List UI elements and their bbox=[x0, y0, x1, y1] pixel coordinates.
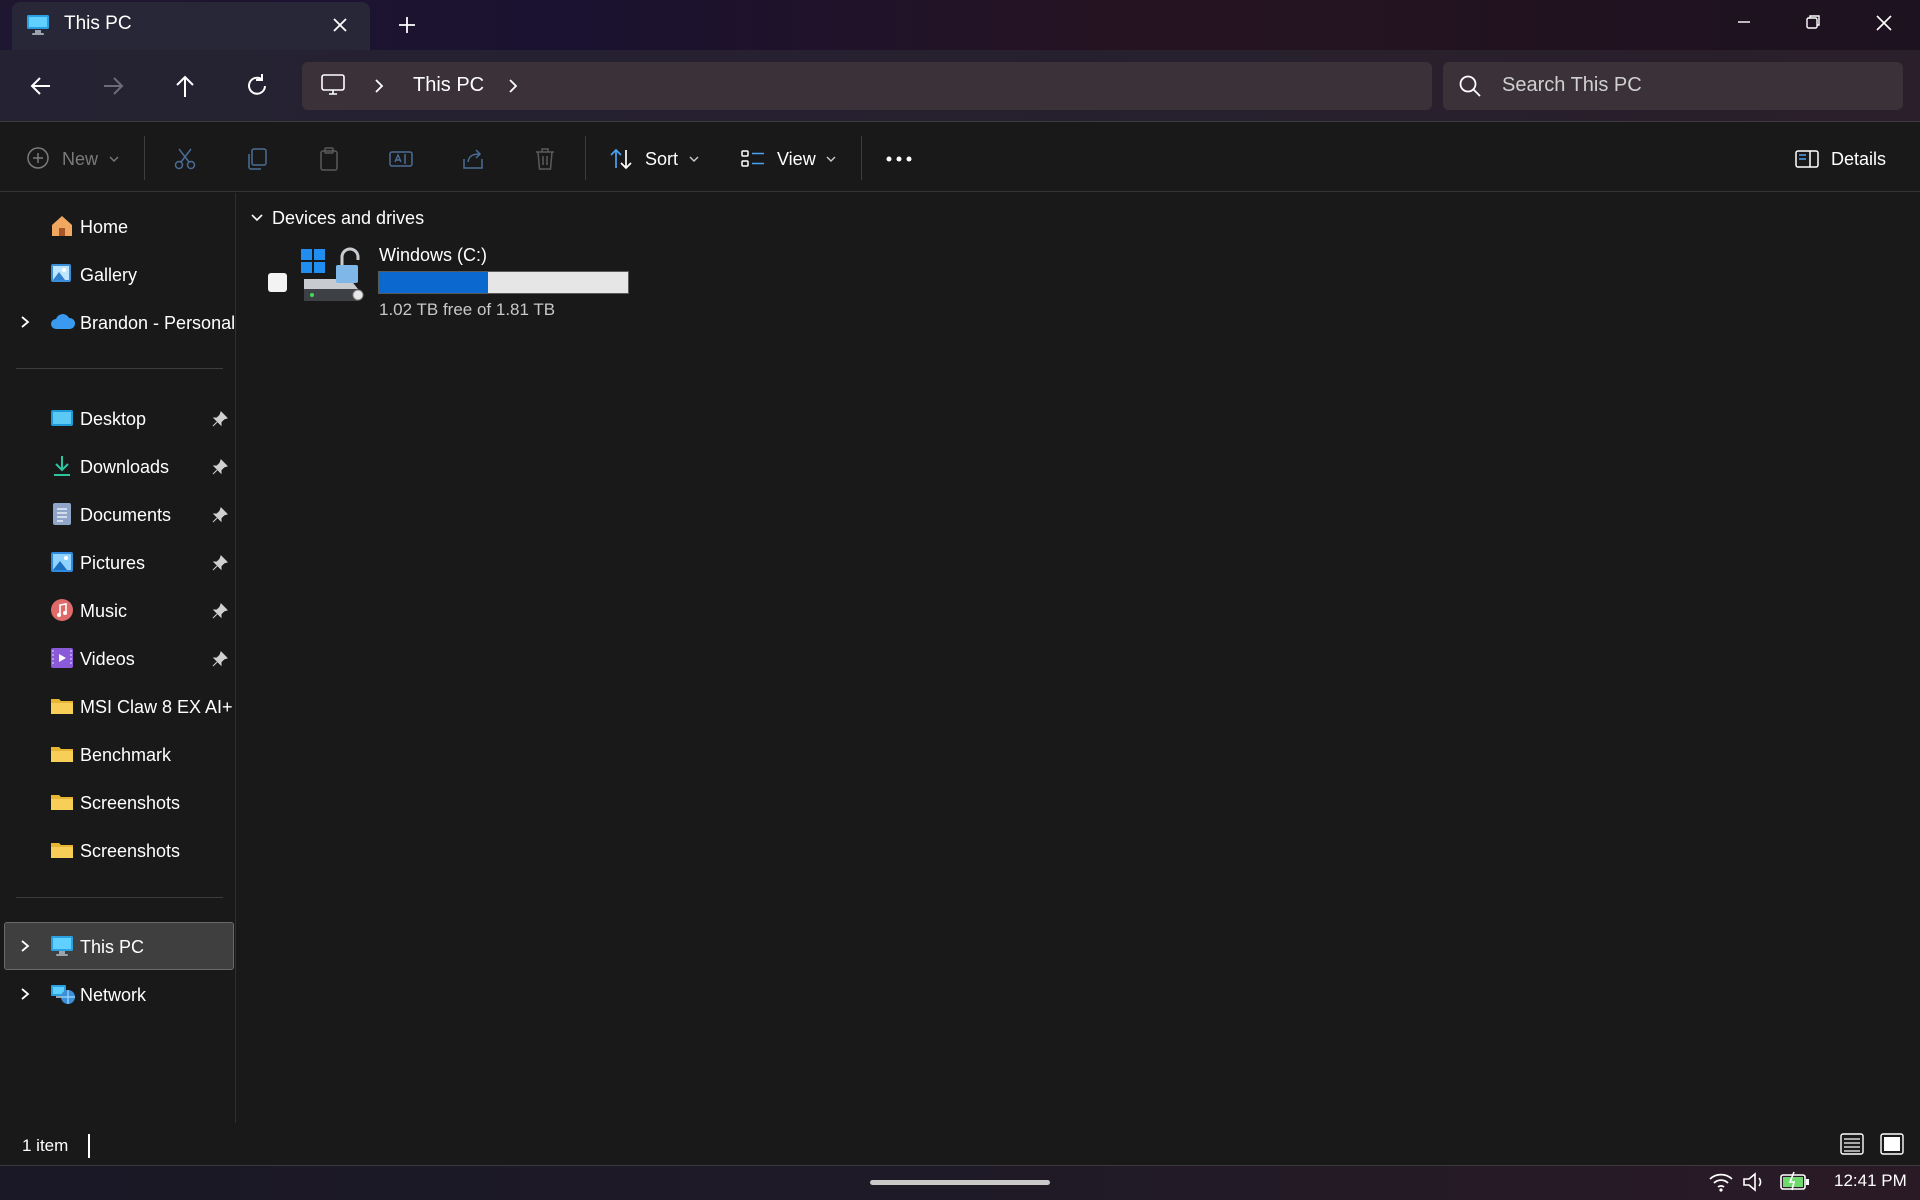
home-indicator[interactable] bbox=[870, 1180, 1050, 1185]
close-window-button[interactable] bbox=[1867, 8, 1901, 38]
this-pc-icon bbox=[50, 934, 74, 958]
drive-usage-fill bbox=[379, 272, 488, 293]
volume-icon[interactable] bbox=[1742, 1171, 1768, 1193]
breadcrumb-chevron-icon[interactable] bbox=[506, 77, 520, 95]
command-bar bbox=[0, 123, 1920, 192]
documents-icon bbox=[50, 502, 74, 526]
drive-usage-bar bbox=[378, 271, 629, 294]
details-pane-icon[interactable] bbox=[1794, 146, 1820, 172]
copy-icon[interactable] bbox=[244, 146, 270, 172]
sidebar-item-label: Home bbox=[80, 217, 129, 237]
search-placeholder: Search This PC bbox=[1502, 74, 1642, 96]
minimize-button[interactable] bbox=[1727, 8, 1761, 38]
sidebar-item-label: Desktop bbox=[80, 409, 147, 429]
sort-button[interactable]: Sort bbox=[645, 149, 678, 170]
view-icon[interactable] bbox=[740, 146, 766, 172]
item-count: 1 item bbox=[22, 1136, 69, 1155]
sidebar-item-label: Pictures bbox=[80, 553, 146, 573]
sidebar-item-label: Network bbox=[80, 985, 147, 1005]
new-button[interactable]: New bbox=[62, 149, 98, 170]
pin-icon[interactable] bbox=[212, 507, 228, 523]
battery-charging-icon[interactable] bbox=[1780, 1170, 1810, 1192]
pictures-icon bbox=[50, 550, 74, 574]
chevron-right-icon[interactable] bbox=[18, 939, 32, 953]
new-icon[interactable] bbox=[26, 146, 50, 170]
back-button[interactable] bbox=[24, 70, 58, 102]
paste-icon[interactable] bbox=[316, 146, 342, 172]
network-icon bbox=[50, 982, 75, 1006]
breadcrumb-this-pc[interactable]: This PC bbox=[413, 74, 484, 97]
monitor-icon bbox=[320, 73, 346, 97]
home-icon bbox=[50, 214, 74, 238]
breadcrumb-separator-icon[interactable] bbox=[372, 77, 386, 95]
sidebar-item-label: Downloads bbox=[80, 457, 170, 477]
folder-icon bbox=[50, 694, 74, 718]
chevron-right-icon[interactable] bbox=[18, 315, 32, 329]
drive-free-space: 1.02 TB free of 1.81 TB bbox=[379, 300, 556, 319]
wifi-icon[interactable] bbox=[1708, 1171, 1734, 1193]
sidebar-item-label: MSI Claw 8 EX AI+ bbox=[80, 697, 233, 717]
gallery-icon bbox=[50, 262, 74, 286]
command-divider bbox=[861, 136, 862, 180]
close-tab-icon[interactable] bbox=[328, 13, 352, 37]
sidebar-item-label: Music bbox=[80, 601, 128, 621]
sidebar-item-label: This PC bbox=[80, 937, 145, 957]
restore-button[interactable] bbox=[1796, 8, 1830, 38]
folder-icon bbox=[50, 790, 74, 814]
cut-icon[interactable] bbox=[172, 146, 198, 172]
command-divider bbox=[144, 136, 145, 180]
rename-icon[interactable] bbox=[388, 146, 414, 172]
music-icon bbox=[50, 598, 74, 622]
refresh-button[interactable] bbox=[240, 70, 274, 102]
this-pc-icon bbox=[26, 14, 50, 36]
folder-icon bbox=[50, 742, 74, 766]
sidebar-separator bbox=[16, 368, 223, 369]
sidebar-item-label: Screenshots bbox=[80, 793, 181, 813]
chevron-right-icon[interactable] bbox=[18, 987, 32, 1001]
large-icons-view-icon[interactable] bbox=[1880, 1133, 1904, 1155]
drive-select-checkbox[interactable] bbox=[268, 273, 287, 292]
sidebar-item-label: Documents bbox=[80, 505, 172, 525]
details-button[interactable]: Details bbox=[1831, 149, 1886, 170]
onedrive-cloud-icon bbox=[50, 310, 76, 334]
chevron-down-icon bbox=[108, 155, 120, 163]
forward-button[interactable] bbox=[96, 70, 130, 102]
sidebar-item-label: Videos bbox=[80, 649, 135, 669]
view-button[interactable]: View bbox=[777, 149, 816, 170]
pin-icon[interactable] bbox=[212, 459, 228, 475]
pin-icon[interactable] bbox=[212, 411, 228, 427]
chevron-down-icon bbox=[688, 155, 700, 163]
desktop-folder-icon bbox=[50, 406, 74, 430]
folder-icon bbox=[50, 838, 74, 862]
pin-icon[interactable] bbox=[212, 555, 228, 571]
command-divider bbox=[585, 136, 586, 180]
pin-icon[interactable] bbox=[212, 603, 228, 619]
collapse-chevron-icon[interactable] bbox=[250, 212, 264, 224]
bitlocker-drive-icon[interactable] bbox=[300, 245, 370, 305]
more-options-icon[interactable] bbox=[885, 152, 913, 166]
tab-title: This PC bbox=[64, 13, 132, 34]
pin-icon[interactable] bbox=[212, 651, 228, 667]
videos-icon bbox=[50, 646, 74, 670]
sidebar-item-label: Gallery bbox=[80, 265, 138, 285]
section-devices-and-drives[interactable]: Devices and drives bbox=[272, 208, 424, 229]
taskbar-clock[interactable]: 12:41 PM bbox=[1834, 1171, 1907, 1191]
details-view-icon[interactable] bbox=[1840, 1133, 1864, 1155]
drive-name[interactable]: Windows (C:) bbox=[379, 245, 487, 266]
chevron-down-icon bbox=[825, 155, 837, 163]
delete-icon[interactable] bbox=[532, 146, 558, 172]
up-button[interactable] bbox=[168, 70, 202, 102]
status-bar bbox=[0, 1123, 1920, 1165]
status-separator bbox=[88, 1134, 90, 1158]
new-tab-button[interactable] bbox=[394, 12, 420, 38]
sidebar-item-label: Benchmark bbox=[80, 745, 172, 765]
sidebar-item-label: Brandon - Personal bbox=[80, 313, 236, 333]
sidebar-item-label: Screenshots bbox=[80, 841, 181, 861]
download-icon bbox=[50, 454, 74, 478]
sidebar-separator bbox=[16, 897, 223, 898]
search-icon bbox=[1457, 73, 1483, 99]
share-icon[interactable] bbox=[460, 146, 486, 172]
sort-icon[interactable] bbox=[608, 146, 634, 172]
